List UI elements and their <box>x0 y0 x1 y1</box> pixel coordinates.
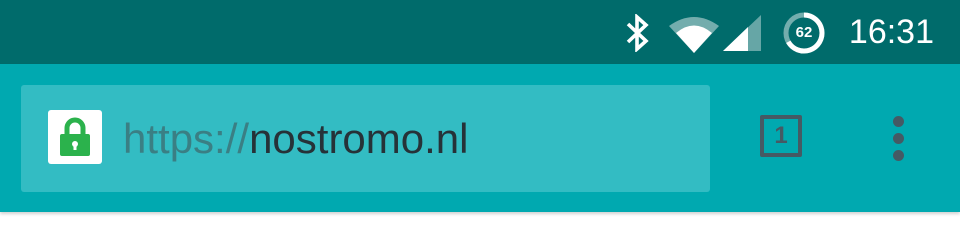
menu-dot <box>893 150 904 161</box>
url-host: nostromo.nl <box>249 115 469 162</box>
battery-saver-icon: 62 <box>782 11 826 55</box>
status-bar: 62 16:31 <box>0 0 960 64</box>
url-scheme: https:// <box>123 115 250 162</box>
omnibox[interactable]: https://nostromo.nl <box>21 85 710 192</box>
lock-icon <box>60 117 90 156</box>
wifi-icon <box>669 17 719 53</box>
menu-dot <box>893 116 904 127</box>
browser-toolbar: https://nostromo.nl 1 <box>0 64 960 212</box>
url-text[interactable]: https://nostromo.nl <box>123 115 469 163</box>
overflow-menu-icon[interactable] <box>884 116 914 162</box>
tab-count: 1 <box>774 122 788 149</box>
security-indicator[interactable] <box>48 110 102 164</box>
cell-signal-icon <box>723 15 761 51</box>
menu-dot <box>893 133 904 144</box>
tab-switcher-button[interactable]: 1 <box>760 115 802 157</box>
bluetooth-icon <box>626 14 649 52</box>
battery-level-text: 62 <box>795 24 813 41</box>
status-clock: 16:31 <box>848 13 934 51</box>
